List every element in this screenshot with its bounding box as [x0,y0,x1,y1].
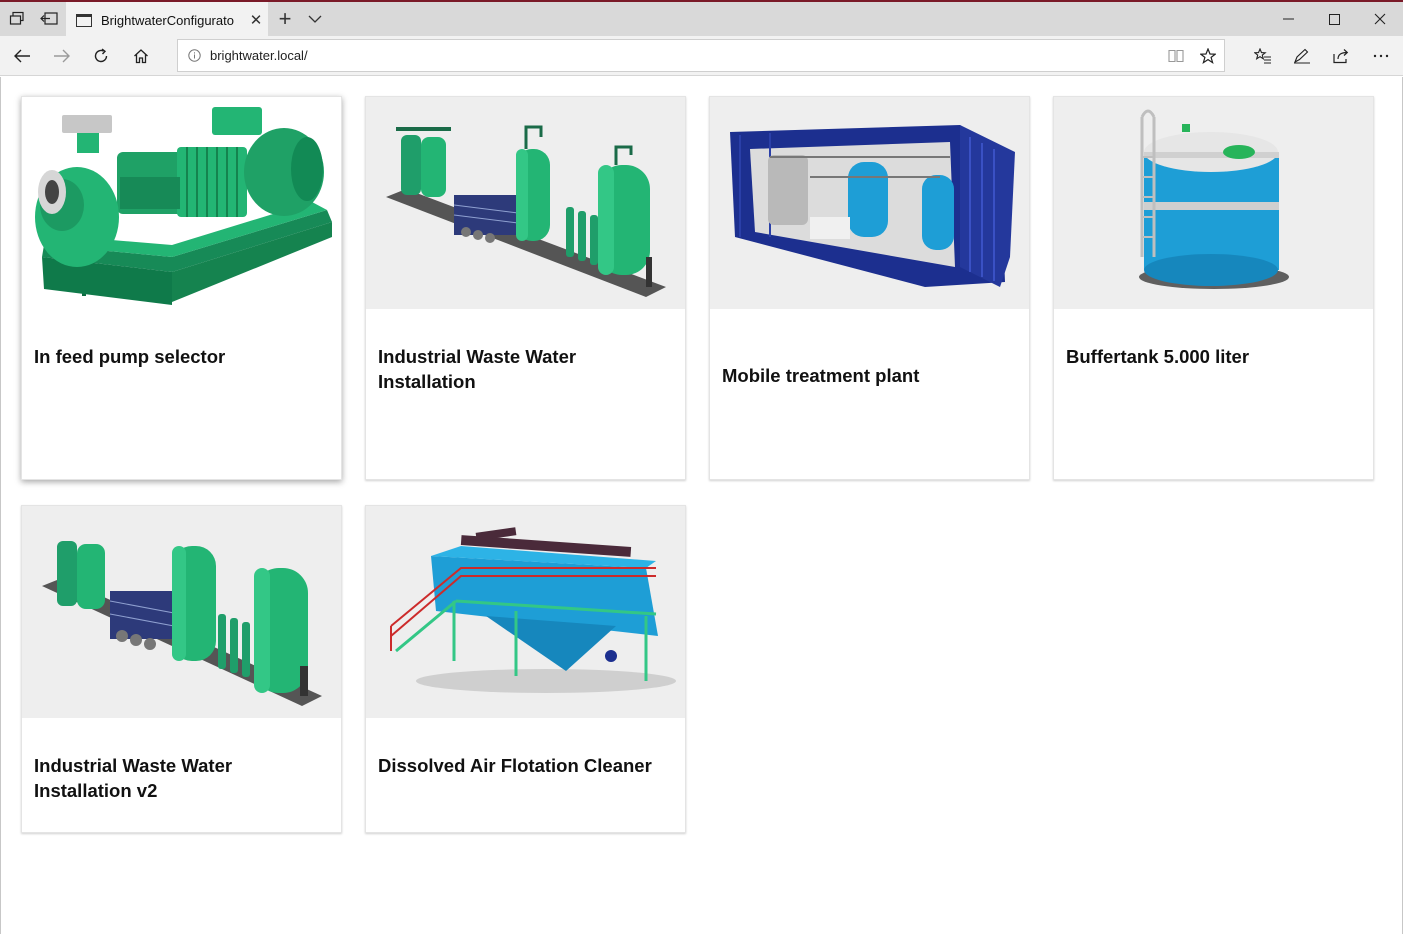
card-title: In feed pump selector [34,346,226,367]
favorites-hub-icon[interactable] [1243,36,1283,76]
reading-view-icon[interactable] [1160,39,1192,72]
url-text[interactable]: brightwater.local/ [210,48,1160,63]
close-icon[interactable]: ✕ [244,11,268,29]
home-icon[interactable] [121,36,161,76]
tab-strip: BrightwaterConfigurato ✕ + [0,2,1403,38]
address-bar[interactable]: brightwater.local/ [177,39,1225,72]
navigation-bar: brightwater.local/ [0,36,1403,76]
card-title: Buffertank 5.000 liter [1066,346,1250,367]
window-close-icon[interactable] [1357,2,1403,36]
green-centrifugal-pump-image [22,97,341,309]
card-mobile-treatment-plant[interactable]: Mobile treatment plant [709,96,1030,480]
star-icon[interactable] [1192,39,1224,72]
info-icon[interactable] [178,49,210,62]
card-title: Industrial Waste Water Installation v2 [34,755,233,801]
maximize-icon[interactable] [1311,2,1357,36]
share-icon[interactable] [1321,36,1361,76]
tabs-aside-icon[interactable] [0,2,34,36]
green-tank-installation-image [366,97,685,309]
blue-buffer-tank-image [1054,97,1373,309]
minimize-icon[interactable] [1265,2,1311,36]
set-aside-icon[interactable] [32,2,66,36]
new-tab-button[interactable]: + [272,2,298,36]
card-title: Mobile treatment plant [722,365,920,386]
card-industrial-waste-water-installation-v2[interactable]: Industrial Waste Water Installation v2 [21,505,342,833]
back-arrow-icon[interactable] [2,36,42,76]
card-buffertank-5000-liter[interactable]: Buffertank 5.000 liter [1053,96,1374,480]
refresh-icon[interactable] [81,36,121,76]
card-in-feed-pump-selector[interactable]: In feed pump selector [21,96,342,480]
forward-arrow-icon[interactable] [42,36,82,76]
pen-icon[interactable] [1282,36,1322,76]
page-content: In feed pump selector Industrial Waste W… [0,77,1403,934]
green-tank-installation-image [22,506,341,718]
tab-brightwater[interactable]: BrightwaterConfigurato ✕ [66,2,268,38]
blue-container-plant-image [710,97,1029,309]
tab-title: BrightwaterConfigurato [101,12,234,28]
page-icon [76,13,92,27]
card-dissolved-air-flotation-cleaner[interactable]: Dissolved Air Flotation Cleaner [365,505,686,833]
more-icon[interactable] [1361,36,1401,76]
card-title: Industrial Waste Water Installation [378,346,577,392]
chevron-down-icon[interactable] [302,2,328,36]
daf-unit-image [366,506,685,718]
card-industrial-waste-water-installation[interactable]: Industrial Waste Water Installation [365,96,686,480]
card-title: Dissolved Air Flotation Cleaner [378,755,652,776]
